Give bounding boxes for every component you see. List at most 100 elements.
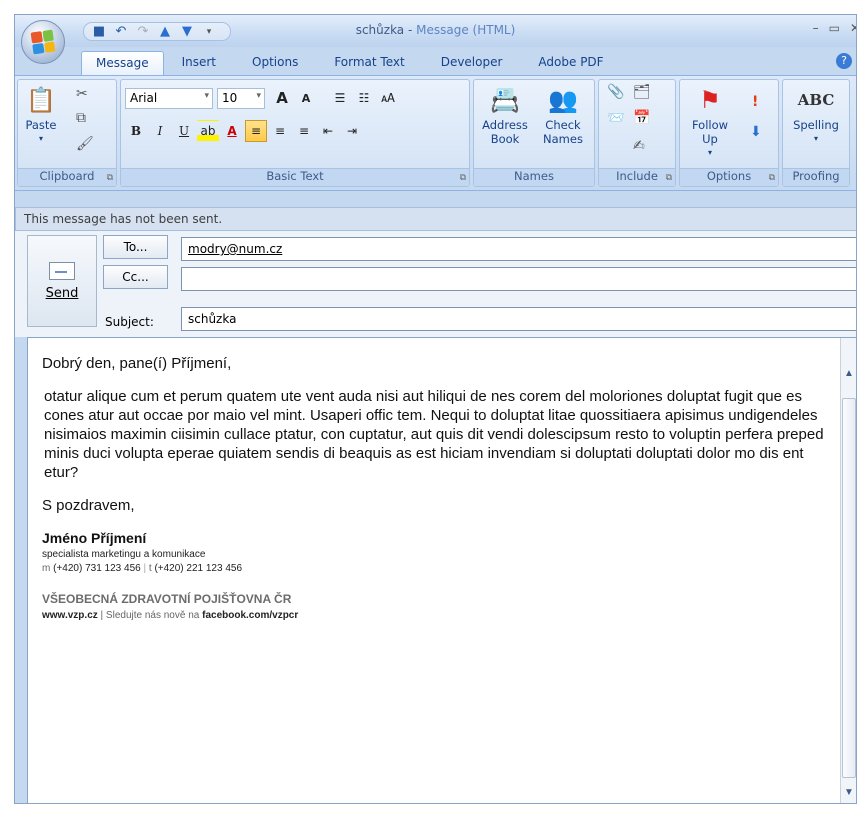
numbering-icon[interactable]: ☷ <box>353 87 375 109</box>
signature-phones: m (+420) 731 123 456 | t (+420) 221 123 … <box>42 563 243 574</box>
check-names-icon: 👥 <box>548 86 578 114</box>
outlook-message-window: ■ ↶ ↷ ▲ ▼ ▾ schůzka - Message (HTML) – ▭… <box>14 14 857 804</box>
subject-field[interactable]: schůzka <box>181 307 856 331</box>
spelling-button[interactable]: ABC Spelling ▾ <box>787 84 845 146</box>
cc-button[interactable]: Cc... <box>103 265 168 289</box>
clipboard-icon: 📋 <box>26 86 56 114</box>
increase-indent-icon[interactable]: ⇥ <box>341 120 363 142</box>
check-names-button[interactable]: 👥 Check Names <box>536 84 590 146</box>
group-label: Basic Text <box>121 168 469 186</box>
cut-icon[interactable]: ✂ <box>76 86 88 102</box>
follow-up-button[interactable]: ⚑ Follow Up ▾ <box>684 84 736 160</box>
website-link[interactable]: www.vzp.cz <box>42 610 98 621</box>
facebook-link[interactable]: facebook.com/vzpcr <box>202 610 298 621</box>
chevron-down-icon: ▾ <box>38 134 43 143</box>
window-title: schůzka - Message (HTML) <box>355 23 516 37</box>
tab-message[interactable]: Message <box>81 51 164 75</box>
format-painter-icon[interactable]: 🖌 <box>76 136 94 152</box>
calendar-icon[interactable]: 📅 <box>633 110 650 126</box>
group-basic-text: Arial ▾ 10 ▾ A A ☰ ☷ 🗚 B I U ab A ≡ ≡ ≡ … <box>120 79 470 187</box>
vertical-scrollbar[interactable]: ▲ ▼ <box>840 338 856 803</box>
signature-links: www.vzp.cz | Sledujte nás nově na facebo… <box>42 610 299 621</box>
close-button[interactable]: ✕ <box>850 21 856 35</box>
message-content: Dobrý den, pane(í) Příjmení, otatur aliq… <box>42 354 832 623</box>
signature-role: specialista marketingu a komunikace <box>42 549 206 560</box>
dialog-launcher-icon[interactable]: ⧉ <box>460 173 466 183</box>
address-book-button[interactable]: 📇 Address Book <box>478 84 532 146</box>
bullets-icon[interactable]: ☰ <box>329 87 351 109</box>
scroll-thumb[interactable] <box>842 398 856 778</box>
tab-options[interactable]: Options <box>234 51 316 75</box>
window-controls: – ▭ ✕ <box>813 21 856 35</box>
high-importance-icon[interactable]: ! <box>752 94 758 110</box>
subject-label: Subject: <box>105 315 154 329</box>
to-button[interactable]: To... <box>103 235 168 259</box>
font-size-select[interactable]: 10 ▾ <box>217 88 265 109</box>
bold-button[interactable]: B <box>125 120 147 142</box>
maximize-button[interactable]: ▭ <box>829 21 840 35</box>
list-buttons: ☰ ☷ 🗚 <box>329 87 399 109</box>
closing: S pozdravem, <box>42 497 135 514</box>
grow-font-button[interactable]: A <box>271 87 293 109</box>
tab-insert[interactable]: Insert <box>164 51 234 75</box>
font-name-select[interactable]: Arial ▾ <box>125 88 213 109</box>
styles-icon[interactable]: 🗚 <box>377 87 399 109</box>
group-proofing: ABC Spelling ▾ Proofing <box>782 79 850 187</box>
group-label: Clipboard <box>18 168 116 186</box>
office-logo-icon <box>30 29 56 55</box>
shrink-font-button[interactable]: A <box>295 87 317 109</box>
decrease-indent-icon[interactable]: ⇤ <box>317 120 339 142</box>
group-options: ⚑ Follow Up ▾ ! ⬇ Options ⧉ <box>679 79 779 187</box>
ribbon-tabs: Message Insert Options Format Text Devel… <box>15 51 856 75</box>
dialog-launcher-icon[interactable]: ⧉ <box>107 173 113 183</box>
tab-developer[interactable]: Developer <box>423 51 521 75</box>
align-left-button[interactable]: ≡ <box>245 120 267 142</box>
chevron-down-icon: ▾ <box>707 148 712 157</box>
group-label: Options <box>680 168 778 186</box>
signature-name: Jméno Příjmení <box>42 530 147 546</box>
tab-format-text[interactable]: Format Text <box>316 51 422 75</box>
envelope-icon <box>49 261 75 280</box>
company-name: VŠEOBECNÁ ZDRAVOTNÍ POJIŠŤOVNA ČR <box>42 592 292 606</box>
font-color-icon[interactable]: A <box>221 120 243 142</box>
dialog-launcher-icon[interactable]: ⧉ <box>666 173 672 183</box>
align-center-button[interactable]: ≡ <box>269 120 291 142</box>
dialog-launcher-icon[interactable]: ⧉ <box>769 173 775 183</box>
format-buttons: B I U ab A ≡ ≡ ≡ ⇤ ⇥ <box>125 120 363 142</box>
chevron-down-icon: ▾ <box>813 134 818 143</box>
greeting: Dobrý den, pane(í) Příjmení, <box>42 355 232 372</box>
scroll-down-icon[interactable]: ▼ <box>844 787 854 798</box>
underline-button[interactable]: U <box>173 120 195 142</box>
help-icon[interactable]: ? <box>836 53 852 69</box>
copy-icon[interactable]: ⧉ <box>76 110 86 126</box>
highlight-icon[interactable]: ab <box>197 120 219 142</box>
info-bar: This message has not been sent. <box>15 207 856 231</box>
attach-file-icon[interactable]: 📎 <box>607 84 624 100</box>
message-body[interactable]: Dobrý den, pane(í) Příjmení, otatur aliq… <box>27 337 856 803</box>
tab-adobe-pdf[interactable]: Adobe PDF <box>520 51 621 75</box>
low-importance-icon[interactable]: ⬇ <box>750 124 762 140</box>
send-button[interactable]: Send <box>27 235 97 327</box>
chevron-down-icon: ▾ <box>256 91 261 101</box>
paste-button[interactable]: 📋 Paste ▾ <box>22 84 60 146</box>
to-field[interactable]: modry@num.cz <box>181 237 856 261</box>
signature-icon[interactable]: ✍ <box>633 138 645 154</box>
office-button[interactable] <box>21 20 65 64</box>
message-header: Send To... Cc... Subject: modry@num.cz s… <box>15 231 856 337</box>
chevron-down-icon: ▾ <box>204 91 209 101</box>
italic-button[interactable]: I <box>149 120 171 142</box>
scroll-up-icon[interactable]: ▲ <box>844 368 854 379</box>
cc-field[interactable] <box>181 267 856 291</box>
align-right-button[interactable]: ≡ <box>293 120 315 142</box>
body-paragraph: otatur alique cum et perum quatem ute ve… <box>44 388 824 481</box>
address-book-icon: 📇 <box>490 86 520 114</box>
attach-item-icon[interactable]: 🗂 <box>633 84 651 100</box>
title-bar: ■ ↶ ↷ ▲ ▼ ▾ schůzka - Message (HTML) – ▭… <box>15 15 856 47</box>
group-names: 📇 Address Book 👥 Check Names Names <box>473 79 595 187</box>
minimize-button[interactable]: – <box>813 21 819 35</box>
business-card-icon[interactable]: 📨 <box>607 110 624 126</box>
flag-icon: ⚑ <box>699 86 721 114</box>
group-label: Names <box>474 168 594 186</box>
group-clipboard: 📋 Paste ▾ ✂ ⧉ 🖌 Clipboard ⧉ <box>17 79 117 187</box>
spelling-check-icon: ABC <box>797 91 835 109</box>
